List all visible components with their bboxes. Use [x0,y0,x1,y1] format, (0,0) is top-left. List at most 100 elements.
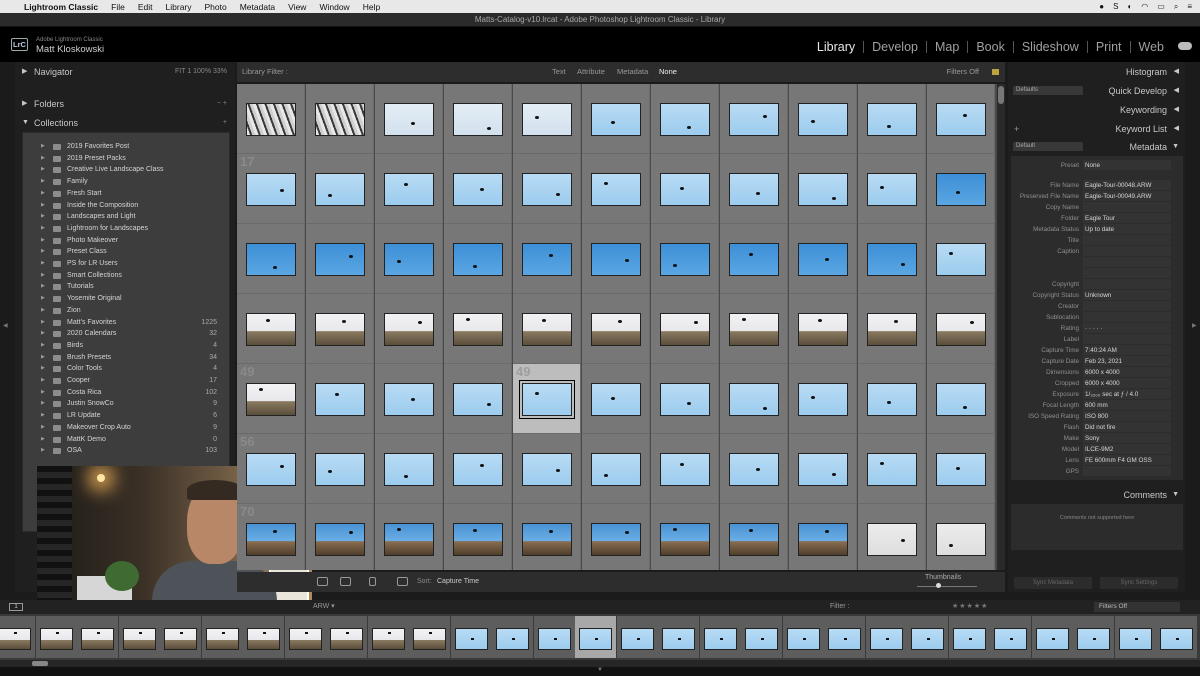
filmstrip-thumbnail[interactable] [81,628,114,650]
photo-thumbnail[interactable] [522,453,572,486]
expand-triangle-icon[interactable]: ▶ [41,153,45,165]
photo-thumbnail[interactable] [798,453,848,486]
filmstrip-cell[interactable] [160,616,201,658]
photo-thumbnail[interactable] [522,173,572,206]
grid-cell[interactable] [513,154,581,224]
metadata-value[interactable]: ILCE-9M2 [1083,444,1171,454]
sync-metadata-button[interactable]: Sync Metadata [1014,577,1092,589]
filmstrip-scroll-thumb[interactable] [32,661,48,666]
filmstrip-cell[interactable] [699,616,741,658]
metadata-value[interactable]: Sony [1083,433,1171,443]
module-develop[interactable]: Develop [864,40,926,54]
photo-thumbnail[interactable] [591,313,641,346]
menu-edit[interactable]: Edit [138,2,153,12]
grid-cell[interactable] [927,504,995,570]
grid-cell[interactable] [720,504,788,570]
grid-cell[interactable] [927,84,995,154]
photo-thumbnail[interactable] [453,453,503,486]
filmstrip-thumbnail[interactable] [1160,628,1193,650]
metadata-value[interactable]: · · · · · [1083,323,1171,333]
photo-thumbnail[interactable] [936,173,986,206]
photo-thumbnail[interactable] [384,173,434,206]
collection-item[interactable]: ▶ Costa Rica 102 [23,387,229,399]
filmstrip-thumbnail[interactable] [164,628,197,650]
filmstrip-cell[interactable] [201,616,243,658]
folders-header[interactable]: ▶ Folders − + [15,95,235,113]
metadata-preset[interactable]: Default [1013,142,1083,151]
photo-thumbnail[interactable] [798,173,848,206]
grid-cell[interactable] [651,504,719,570]
photo-thumbnail[interactable] [591,173,641,206]
grid-cell[interactable] [651,364,719,434]
grid-cell[interactable] [651,154,719,224]
sort-direction-icon[interactable] [397,577,408,586]
metadata-value[interactable]: Up to date [1083,224,1171,234]
grid-view-icon[interactable] [317,577,328,586]
collection-item[interactable]: ▶ Family [23,176,229,188]
folders-add-remove[interactable]: − + [217,95,227,113]
filmstrip-cell[interactable] [741,616,782,658]
grid-cell[interactable] [651,84,719,154]
photo-thumbnail[interactable] [384,243,434,276]
menu-file[interactable]: File [111,2,125,12]
filmstrip-thumbnail[interactable] [786,628,820,650]
filmstrip-thumbnail[interactable] [454,628,488,650]
filmstrip-thumbnail[interactable] [703,628,737,650]
collection-item[interactable]: ▶ Smart Collections [23,270,229,282]
photo-thumbnail[interactable] [729,243,779,276]
grid-scrollbar[interactable] [997,84,1005,570]
photo-thumbnail[interactable] [246,243,296,276]
grid-cell[interactable] [858,294,926,364]
collection-item[interactable]: ▶ Color Tools 4 [23,363,229,375]
expand-triangle-icon[interactable]: ▶ [41,363,45,375]
grid-cell[interactable]: 49 [237,364,305,434]
grid-cell[interactable] [375,224,443,294]
metadata-value[interactable] [1083,202,1171,212]
expand-triangle-icon[interactable]: ▶ [41,258,45,270]
histogram-header[interactable]: Histogram ◀ [1008,63,1185,81]
collection-item[interactable]: ▶ Brush Presets 34 [23,352,229,364]
status-skype-icon[interactable]: S [1113,2,1118,11]
grid-cell[interactable] [375,364,443,434]
photo-thumbnail[interactable] [867,173,917,206]
grid-cell[interactable] [306,84,374,154]
collection-item[interactable]: ▶ Inside the Composition [23,200,229,212]
left-panel-toggle-icon[interactable]: ◀ [3,322,8,329]
grid-cell[interactable] [582,294,650,364]
filmstrip-cell[interactable] [1114,616,1156,658]
grid-cell[interactable] [789,364,857,434]
grid-cell[interactable] [375,84,443,154]
metadata-value[interactable] [1083,301,1171,311]
grid-cell[interactable] [306,504,374,570]
photo-thumbnail[interactable] [522,243,572,276]
photo-thumbnail[interactable] [315,173,365,206]
status-menu-icon[interactable]: ≡ [1187,2,1192,11]
rating-filter-stars[interactable]: ★★★★★ [952,600,988,614]
collection-item[interactable]: ▶ Tutorials [23,281,229,293]
grid-cell[interactable] [858,434,926,504]
metadata-value[interactable]: 7:40:24 AM [1083,345,1171,355]
metadata-value[interactable]: Eagle-Tour-00049.ARW [1083,191,1171,201]
filmstrip-thumbnail[interactable] [1118,628,1152,650]
photo-thumbnail[interactable] [867,243,917,276]
metadata-value[interactable]: ISO 800 [1083,411,1171,421]
photo-thumbnail[interactable] [867,523,917,556]
metadata-value[interactable] [1083,235,1171,245]
metadata-value[interactable] [1083,246,1171,256]
grid-cell[interactable] [789,84,857,154]
expand-triangle-icon[interactable]: ▶ [41,340,45,352]
photo-thumbnail[interactable] [936,313,986,346]
filmstrip-cell[interactable] [948,616,990,658]
grid-cell[interactable] [444,434,512,504]
collection-item[interactable]: ▶ Matt's Favorites 1225 [23,317,229,329]
photo-thumbnail[interactable] [798,523,848,556]
metadata-value[interactable]: Eagle-Tour-00048.ARW [1083,180,1171,190]
grid-cell[interactable] [237,84,305,154]
filmstrip-thumbnail[interactable] [620,628,654,650]
thumbnail-size-slider[interactable] [917,586,977,587]
module-map[interactable]: Map [927,40,967,54]
photo-thumbnail[interactable] [936,453,986,486]
status-record-icon[interactable]: ● [1099,2,1104,11]
photo-thumbnail[interactable] [660,173,710,206]
filmstrip-cell[interactable] [367,616,409,658]
